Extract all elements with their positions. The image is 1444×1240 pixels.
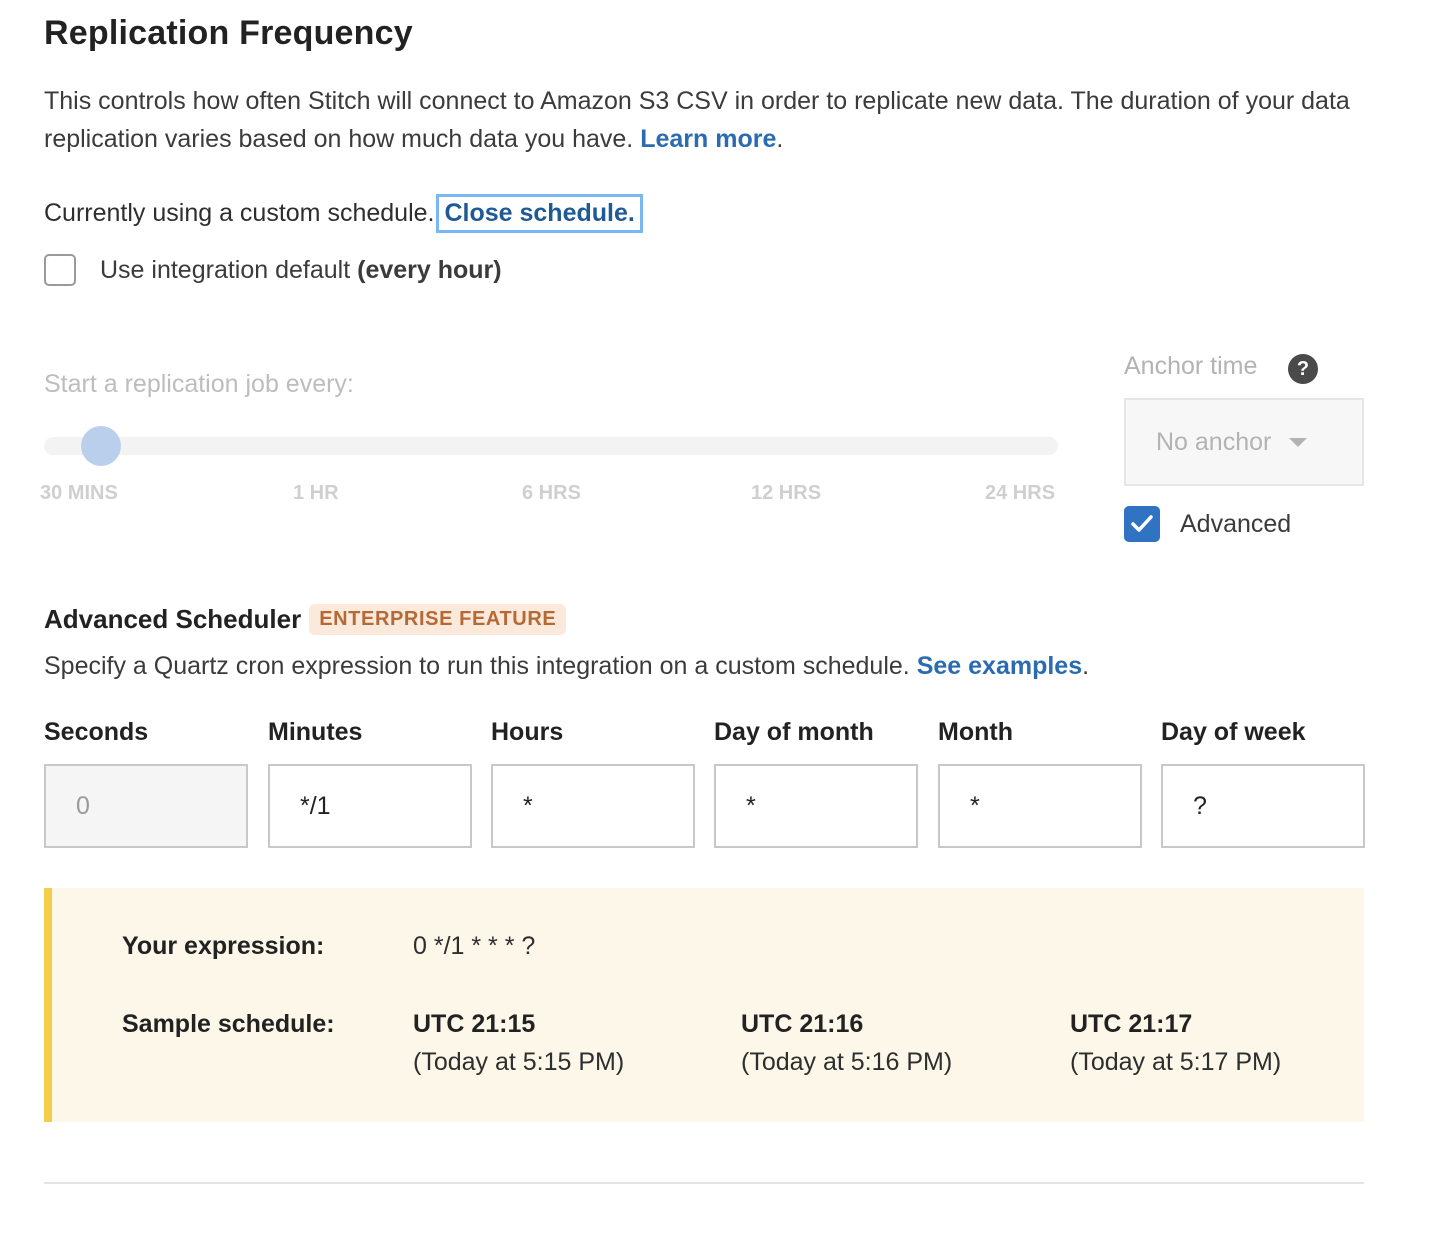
integration-default-row[interactable]: Use integration default (every hour) [44,254,502,286]
slider-tick-30-mins: 30 MINS [40,482,118,504]
expression-summary-panel: Your expression: 0 */1 * * * ? Sample sc… [44,888,1364,1122]
minutes-input[interactable]: */1 [268,764,472,848]
advanced-scheduler-title: Advanced Scheduler [44,604,302,634]
hours-label: Hours [491,718,564,746]
month-label: Month [938,718,1013,746]
close-schedule-link[interactable]: Close schedule. [436,194,643,233]
advanced-scheduler-period: . [1082,652,1090,680]
sample-schedule-label: Sample schedule: [122,1010,335,1038]
sample-utc: UTC 21:17 [1070,1010,1193,1038]
chevron-down-icon [1289,437,1308,447]
advanced-toggle-row[interactable]: Advanced [1124,506,1291,542]
learn-more-link[interactable]: Learn more [640,125,776,153]
sample-local: (Today at 5:16 PM) [741,1048,953,1076]
anchor-time-select[interactable]: No anchor [1124,398,1364,486]
advanced-scheduler-description: Specify a Quartz cron expression to run … [44,652,1089,681]
check-icon [1131,515,1153,532]
minutes-label: Minutes [268,718,363,746]
integration-default-value: (every hour) [357,255,502,284]
day-of-week-input[interactable]: ? [1161,764,1365,848]
slider-tick-24-hrs: 24 HRS [985,482,1056,504]
expression-label: Your expression: [122,932,325,960]
seconds-label: Seconds [44,718,149,746]
help-icon[interactable]: ? [1288,354,1318,384]
integration-default-checkbox[interactable] [44,254,76,286]
sample-local: (Today at 5:17 PM) [1070,1048,1282,1076]
day-of-week-label: Day of week [1161,718,1306,746]
sample-utc: UTC 21:16 [741,1010,864,1038]
month-input[interactable]: * [938,764,1142,848]
sample-local: (Today at 5:15 PM) [413,1048,625,1076]
section-description: This controls how often Stitch will conn… [44,82,1374,158]
anchor-time-label: Anchor time [1124,352,1258,380]
advanced-checkbox[interactable] [1124,506,1160,542]
frequency-slider-thumb[interactable] [81,426,121,466]
slider-label: Start a replication job every: [44,370,354,398]
hours-input[interactable]: * [491,764,695,848]
custom-schedule-text: Currently using a custom schedule. [44,199,435,227]
day-of-month-input[interactable]: * [714,764,918,848]
advanced-scheduler-text: Specify a Quartz cron expression to run … [44,652,910,680]
enterprise-badge: ENTERPRISE FEATURE [309,604,567,635]
expression-value: 0 */1 * * * ? [413,932,536,960]
sample-utc: UTC 21:15 [413,1010,536,1038]
frequency-slider-track[interactable] [44,437,1058,455]
section-divider [44,1182,1364,1184]
seconds-input: 0 [44,764,248,848]
anchor-time-selected: No anchor [1156,427,1272,456]
slider-tick-12-hrs: 12 HRS [751,482,822,504]
see-examples-link[interactable]: See examples [917,652,1082,680]
advanced-label: Advanced [1180,509,1292,538]
advanced-scheduler-header: Advanced Scheduler ENTERPRISE FEATURE [44,604,567,635]
page-title: Replication Frequency [44,14,413,52]
description-period: . [776,125,784,153]
slider-tick-1-hr: 1 HR [293,482,339,504]
slider-tick-6-hrs: 6 HRS [522,482,581,504]
custom-schedule-row: Currently using a custom schedule. Close… [44,194,643,233]
day-of-month-label: Day of month [714,718,874,746]
integration-default-label: Use integration default [100,255,351,284]
